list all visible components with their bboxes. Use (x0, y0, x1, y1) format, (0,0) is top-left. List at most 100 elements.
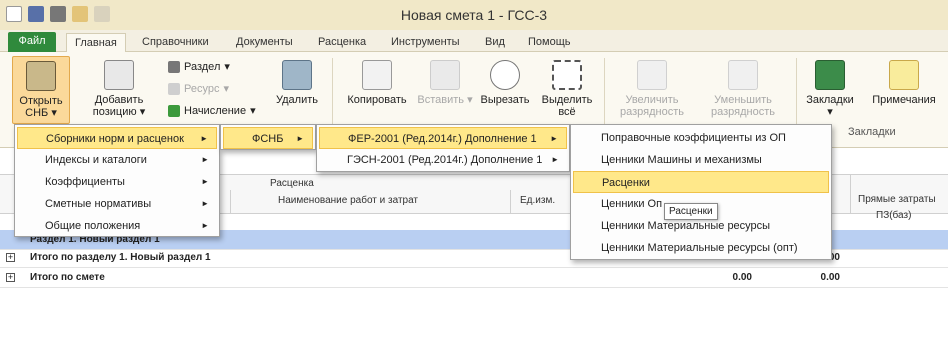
notes-label: Примечания (872, 94, 936, 106)
trash-icon (282, 60, 312, 90)
title-bar: Новая смета 1 - ГСС-3 (0, 0, 948, 30)
menu-item-label: Индексы и каталоги (45, 154, 147, 166)
bookmark-icon (815, 60, 845, 90)
menu-item-fer-2001[interactable]: ФЕР-2001 (Ред.2014г.) Дополнение 1 ► (319, 127, 567, 149)
delete-button[interactable]: Удалить (270, 60, 324, 106)
increase-precision-button[interactable]: Увеличить разрядность (612, 60, 692, 118)
increase-label-1: Увеличить (625, 94, 679, 106)
chevron-down-icon: ▾ (139, 106, 146, 118)
menu-item-norm-collections[interactable]: Сборники норм и расценок ► (17, 127, 217, 149)
grid-line (230, 190, 231, 214)
chevron-down-icon: ▾ (51, 107, 57, 119)
menu-item-gesn-2001[interactable]: ГЭСН-2001 (Ред.2014г.) Дополнение 1 ► (319, 149, 567, 171)
row-label: Итого по смете (30, 272, 105, 283)
section-button[interactable]: Раздел ▾ (168, 60, 230, 73)
tab-view[interactable]: Вид (477, 33, 513, 52)
resource-label: Ресурс (184, 82, 220, 95)
select-all-label-2: всё (558, 106, 576, 118)
select-all-icon (552, 60, 582, 90)
menu-item-label: Коэффициенты (45, 176, 125, 188)
tab-file[interactable]: Файл (8, 32, 56, 52)
grid-add-icon (104, 60, 134, 90)
open-snb-button[interactable]: Открыть СНБ ▾ (12, 56, 70, 124)
column-direct-costs: Прямые затраты (858, 194, 936, 205)
menu-item-label: Сметные нормативы (45, 198, 152, 210)
copy-icon (362, 60, 392, 90)
menu-item-label: ГЭСН-2001 (Ред.2014г.) Дополнение 1 (347, 154, 543, 166)
bookmarks-label: Закладки (806, 94, 854, 106)
menu-item-label: Сборники норм и расценок (46, 133, 184, 145)
copy-label: Копировать (347, 94, 407, 106)
decrease-label-1: Уменьшить (714, 94, 772, 106)
chevron-right-icon: ► (201, 199, 209, 208)
ribbon-tabs: Файл Главная Справочники Документы Расце… (0, 30, 948, 53)
tooltip: Расценки (664, 203, 718, 220)
cut-button[interactable]: Вырезать (476, 60, 534, 106)
notes-button[interactable]: Примечания (866, 60, 942, 106)
collection-menu: ФЕР-2001 (Ред.2014г.) Дополнение 1 ► ГЭСН… (316, 124, 570, 172)
chevron-right-icon: ► (551, 155, 559, 164)
resource-button[interactable]: Ресурс ▾ (168, 82, 229, 95)
section-label: Раздел (184, 60, 221, 73)
section-icon (168, 60, 180, 73)
plus-icon (168, 104, 180, 117)
cut-label: Вырезать (480, 94, 530, 106)
menu-item-general[interactable]: Общие положения ► (17, 215, 217, 237)
row-value: 0.00 (732, 272, 752, 283)
chevron-down-icon: ▾ (827, 106, 833, 118)
tab-rate[interactable]: Расценка (310, 33, 374, 52)
row-value: 0.00 (820, 272, 840, 283)
scissors-icon (490, 60, 520, 90)
add-position-label-2: позицию (92, 106, 137, 118)
book-icon (26, 61, 56, 91)
increase-decimals-icon (637, 60, 667, 90)
menu-item-fsnb[interactable]: ФСНБ ► (223, 127, 313, 149)
chevron-right-icon: ► (550, 134, 558, 143)
fsnb-menu: ФСНБ ► (220, 124, 316, 150)
menu-item-rates[interactable]: Расценки (573, 171, 829, 193)
menu-item-label: ФЕР-2001 (Ред.2014г.) Дополнение 1 (348, 133, 537, 145)
window-title: Новая смета 1 - ГСС-3 (400, 7, 548, 23)
menu-item-coefficients[interactable]: Коэффициенты ► (17, 171, 217, 193)
decrease-precision-button[interactable]: Уменьшить разрядность (700, 60, 786, 118)
tab-tools[interactable]: Инструменты (383, 33, 468, 52)
menu-item-label: Общие положения (45, 220, 141, 232)
column-name: Наименование работ и затрат (278, 195, 419, 206)
bookmarks-group-label: Закладки (848, 126, 896, 138)
chevron-right-icon: ► (201, 155, 209, 164)
accrual-button[interactable]: Начисление ▾ (168, 104, 256, 117)
menu-item-correction-coefs[interactable]: Поправочные коэффициенты из ОП (573, 127, 829, 149)
tab-help[interactable]: Помощь (520, 33, 579, 52)
snb-menu: Сборники норм и расценок ► Индексы и ката… (14, 124, 220, 237)
add-position-button[interactable]: Добавить позицию ▾ (88, 60, 150, 118)
chevron-right-icon: ► (201, 221, 209, 230)
tab-documents[interactable]: Документы (228, 33, 301, 52)
increase-label-2: разрядность (620, 106, 684, 118)
chevron-right-icon: ► (200, 134, 208, 143)
tab-reference[interactable]: Справочники (134, 33, 217, 52)
column-pz: ПЗ(баз) (876, 210, 912, 221)
menu-item-indexes[interactable]: Индексы и каталоги ► (17, 149, 217, 171)
row-label: Итого по разделу 1. Новый раздел 1 (30, 252, 211, 263)
grid-line (510, 190, 511, 214)
chevron-right-icon: ► (296, 134, 304, 143)
menu-item-materials-wholesale[interactable]: Ценники Материальные ресурсы (опт) (573, 237, 829, 259)
expand-icon[interactable]: + (6, 253, 15, 262)
paste-icon (430, 60, 460, 90)
table-row[interactable]: + Итого по смете 0.00 0.00 (0, 268, 948, 288)
expand-icon[interactable]: + (6, 273, 15, 282)
tab-home[interactable]: Главная (66, 33, 126, 53)
add-position-label-1: Добавить (94, 94, 144, 106)
paste-button[interactable]: Вставить ▾ (416, 60, 474, 106)
copy-button[interactable]: Копировать (340, 60, 414, 106)
delete-label: Удалить (276, 94, 318, 106)
menu-item-machines-prices[interactable]: Ценники Машины и механизмы (573, 149, 829, 171)
resource-icon (168, 82, 180, 95)
menu-item-norms[interactable]: Сметные нормативы ► (17, 193, 217, 215)
menu-item-label: ФСНБ (252, 133, 284, 145)
decrease-label-2: разрядность (711, 106, 775, 118)
column-unit: Ед.изм. (520, 195, 556, 206)
bookmarks-button[interactable]: Закладки ▾ (802, 60, 858, 118)
grid-line (850, 174, 851, 214)
select-all-button[interactable]: Выделить всё (538, 60, 596, 118)
